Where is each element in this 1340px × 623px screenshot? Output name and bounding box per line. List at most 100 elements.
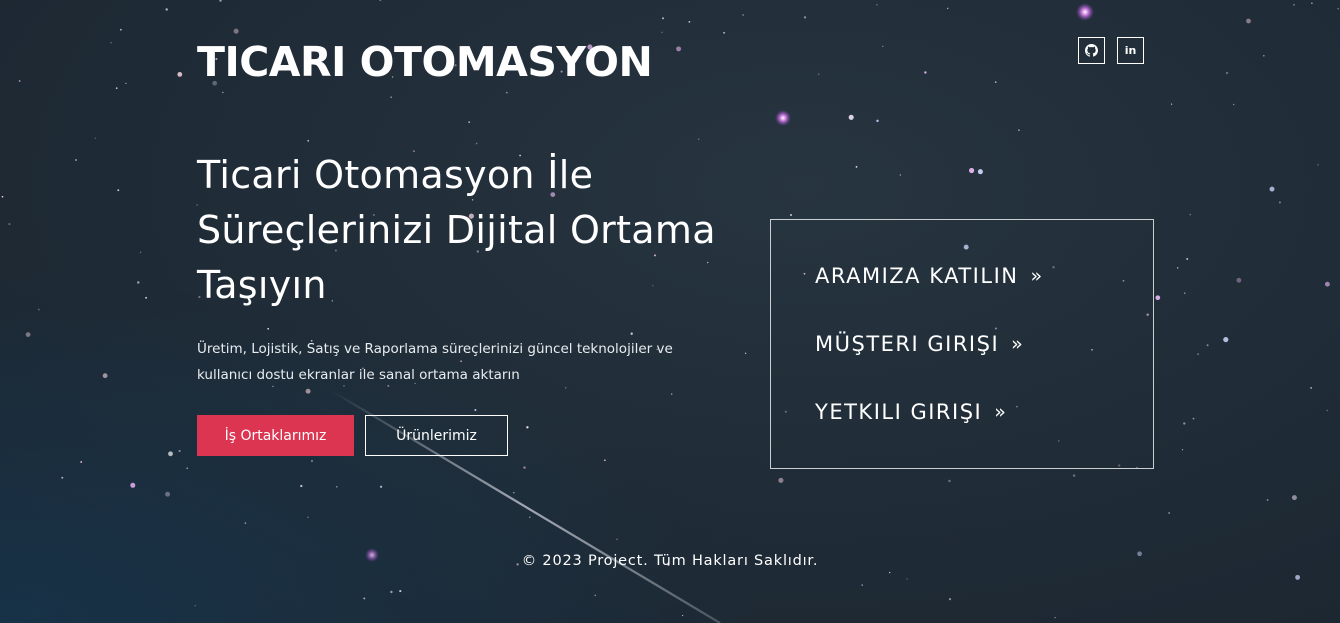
- star: [948, 598, 952, 601]
- star: [1171, 103, 1173, 105]
- star: [390, 590, 393, 594]
- star: [670, 393, 673, 395]
- star: [119, 28, 122, 31]
- star: [789, 213, 793, 217]
- star: [363, 597, 366, 600]
- star: [1278, 201, 1281, 204]
- star: [168, 451, 173, 457]
- star: [139, 251, 142, 254]
- star: [145, 296, 148, 299]
- star: [630, 332, 633, 335]
- star: [681, 614, 684, 617]
- star: [1054, 616, 1056, 619]
- star: [1186, 258, 1189, 260]
- star: [80, 461, 83, 463]
- customer-login-link[interactable]: MÜŞTERI GIRIŞI »: [815, 332, 1023, 356]
- star: [1291, 495, 1297, 501]
- star: [594, 594, 597, 597]
- star: [125, 82, 127, 84]
- star: [1326, 409, 1328, 412]
- star: [876, 4, 878, 6]
- star: [137, 281, 140, 284]
- star: [1324, 281, 1330, 287]
- star: [948, 479, 951, 483]
- products-button[interactable]: Ürünlerimiz: [365, 415, 508, 456]
- star: [94, 137, 97, 139]
- star: [1246, 18, 1251, 24]
- star: [110, 41, 112, 44]
- star: [75, 159, 78, 161]
- star: [194, 605, 196, 607]
- star: [468, 121, 471, 123]
- star: [906, 578, 908, 580]
- star: [244, 522, 247, 524]
- partners-button[interactable]: İş Ortaklarımız: [197, 415, 354, 456]
- github-button[interactable]: [1078, 37, 1105, 64]
- join-us-link[interactable]: ARAMIZA KATILIN »: [815, 264, 1042, 288]
- star: [300, 484, 303, 488]
- star: [698, 138, 700, 140]
- star: [475, 142, 478, 145]
- star: [1311, 2, 1313, 4]
- star: [723, 31, 726, 34]
- star: [505, 91, 508, 94]
- admin-login-label: YETKILI GIRIŞI: [815, 400, 983, 424]
- star: [305, 388, 311, 394]
- star: [882, 45, 884, 47]
- star: [399, 590, 402, 593]
- star: [117, 189, 120, 192]
- star: [1206, 344, 1209, 347]
- star: [165, 8, 168, 11]
- star: [1232, 103, 1235, 106]
- star: [946, 7, 949, 10]
- glow-star: [775, 110, 791, 126]
- star: [604, 459, 606, 462]
- star: [1262, 54, 1265, 57]
- subtitle-line: kullanıcı dostu ekranlar ile sanal ortam…: [197, 367, 520, 383]
- subtitle-line: Üretim, Lojistik, Satış ve Raporlama sür…: [197, 341, 673, 357]
- star: [307, 139, 310, 142]
- star: [1192, 417, 1195, 420]
- star: [165, 491, 171, 497]
- star: [37, 308, 40, 311]
- star: [115, 87, 118, 90]
- star: [861, 584, 863, 586]
- footer-copyright: © 2023 Project. Tüm Hakları Saklıdır.: [521, 553, 819, 569]
- star: [18, 80, 21, 82]
- linkedin-button[interactable]: in: [1117, 37, 1144, 64]
- star: [1266, 499, 1269, 501]
- star: [130, 482, 136, 488]
- star: [1189, 213, 1192, 216]
- join-us-label: ARAMIZA KATILIN: [815, 264, 1019, 288]
- star: [676, 46, 682, 52]
- star: [1295, 574, 1301, 580]
- star: [1018, 129, 1020, 131]
- star: [102, 373, 108, 379]
- headline-line: Ticari Otomasyon İle: [197, 153, 594, 197]
- chevron-right-icon: »: [994, 401, 1006, 423]
- social-links: in: [1078, 37, 1144, 64]
- star: [1236, 277, 1242, 283]
- star: [1310, 387, 1312, 389]
- star: [744, 352, 747, 354]
- star: [1223, 337, 1229, 343]
- star: [523, 466, 526, 469]
- star: [1181, 449, 1184, 451]
- star: [817, 73, 820, 75]
- headline-line: Taşıyın: [197, 263, 327, 307]
- star: [778, 477, 784, 483]
- star: [899, 174, 902, 176]
- star: [1269, 186, 1275, 192]
- star: [222, 91, 224, 94]
- star: [526, 426, 529, 429]
- star: [1197, 353, 1199, 355]
- admin-login-link[interactable]: YETKILI GIRIŞI »: [815, 400, 1006, 424]
- headline-line: Süreçlerinizi Dijital Ortama: [197, 208, 716, 252]
- star: [889, 571, 891, 574]
- star: [219, 0, 222, 2]
- linkedin-icon: in: [1124, 44, 1137, 57]
- star: [803, 16, 807, 19]
- star: [876, 119, 879, 123]
- star: [661, 31, 663, 34]
- star: [336, 486, 338, 488]
